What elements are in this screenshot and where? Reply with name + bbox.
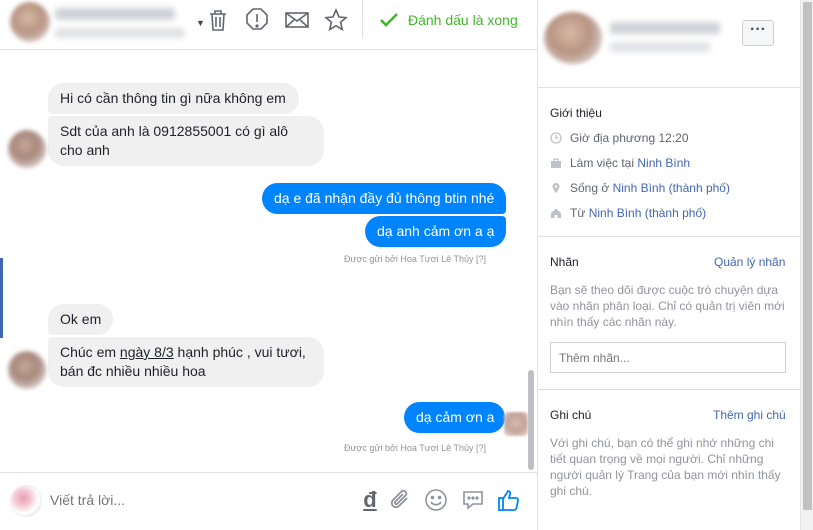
message-bubble[interactable]: Chúc em ngày 8/3 hạnh phúc , vui tươi, b… (48, 337, 324, 387)
seen-avatar (504, 412, 528, 436)
home-icon (551, 208, 561, 218)
message-bubble[interactable]: dạ anh cảm ơn a ạ (365, 216, 506, 247)
reply-composer: đ (0, 472, 537, 530)
message-text: hạnh phúc , vui tươi, (173, 344, 306, 360)
sent-by-help-link[interactable]: [?] (476, 254, 486, 264)
add-note-link[interactable]: Thêm ghi chú (713, 408, 786, 422)
thread-scrollbar[interactable] (528, 370, 534, 470)
mark-as-done-button[interactable]: Đánh dấu là xong (378, 8, 518, 32)
dong-symbol: đ (363, 487, 377, 512)
local-time-text: Giờ địa phương 12:20 (570, 131, 689, 145)
message-text: Chúc em (60, 344, 120, 360)
message-text: bán đc nhiều nhiều hoa (60, 363, 206, 379)
message-bubble[interactable]: Sdt của anh là 0912855001 có gì alô cho … (48, 116, 324, 166)
profile-avatar[interactable] (544, 12, 602, 64)
message-bubble[interactable]: dạ e đã nhận đầy đủ thông btin nhé (262, 183, 506, 214)
page-avatar (10, 485, 42, 517)
conversation-header: ▼ Đánh dấu là xong (0, 0, 537, 50)
message-text: dạ e đã nhận đầy đủ thông btin nhé (274, 190, 495, 206)
envelope-icon[interactable] (284, 7, 310, 33)
section-divider (538, 236, 800, 237)
add-label-input[interactable] (550, 342, 786, 373)
sender-avatar[interactable] (8, 351, 46, 389)
contact-subtitle (55, 28, 185, 38)
trash-icon[interactable] (205, 7, 231, 33)
alert-icon[interactable] (244, 7, 270, 33)
check-icon (380, 13, 398, 27)
thread-accent-bar (0, 258, 3, 338)
lives-prefix: Sống ở (570, 181, 613, 195)
attachment-icon[interactable] (388, 487, 414, 513)
labels-description: Bạn sẽ theo dõi được cuộc trò chuyện dựa… (550, 283, 785, 329)
lives-place-link[interactable]: Ninh Bình (thành phố) (613, 181, 730, 195)
date-link[interactable]: ngày 8/3 (120, 344, 174, 360)
clock-icon (550, 132, 562, 144)
message-thread[interactable]: Hi có cần thông tin gì nữa không em Sdt … (0, 50, 537, 472)
message-text: Hi có cần thông tin gì nữa không em (60, 90, 286, 106)
message-text: dạ cảm ơn a (416, 409, 495, 425)
message-text: Sdt của anh là 0912855001 có gì alô (60, 123, 289, 139)
conversation-pane: ▼ Đánh dấu là xong Hi có cần thông tin g… (0, 0, 537, 530)
lives-row: Sống ở Ninh Bình (thành phố) (550, 181, 730, 195)
work-place-link[interactable]: Ninh Bình (637, 156, 690, 170)
sent-by-help-link[interactable]: [?] (476, 443, 486, 453)
sent-by-label: Được gửi bởi Hoa Tươi Lê Thủy (344, 443, 474, 453)
work-row: Làm việc tại Ninh Bình (550, 156, 690, 170)
message-text: dạ anh cảm ơn a ạ (377, 223, 495, 239)
notes-title: Ghi chú (550, 408, 592, 422)
location-pin-icon (552, 183, 560, 193)
from-row: Từ Ninh Bình (thành phố) (550, 206, 706, 220)
notes-description: Với ghi chú, bạn có thể ghi nhớ những ch… (550, 436, 781, 498)
sender-avatar[interactable] (8, 130, 46, 168)
briefcase-icon (551, 158, 561, 168)
labels-title: Nhãn (550, 255, 579, 269)
local-time-row: Giờ địa phương 12:20 (550, 131, 689, 145)
emoji-icon[interactable] (423, 487, 449, 513)
chevron-down-icon[interactable]: ▼ (196, 18, 205, 28)
mark-as-done-label: Đánh dấu là xong (408, 12, 518, 28)
work-prefix: Làm việc tại (570, 156, 638, 170)
profile-panel: ··· Giới thiệu Giờ địa phương 12:20 Làm … (537, 0, 800, 530)
profile-name[interactable] (610, 22, 720, 34)
sent-by-label: Được gửi bởi Hoa Tươi Lê Thủy (344, 254, 474, 264)
dong-icon[interactable]: đ (357, 487, 383, 513)
more-icon: ··· (750, 21, 766, 38)
from-place-link[interactable]: Ninh Bình (thành phố) (589, 206, 706, 220)
message-bubble[interactable]: Hi có cần thông tin gì nữa không em (48, 83, 299, 114)
reply-input[interactable] (50, 488, 300, 512)
profile-header: ··· (538, 0, 800, 88)
message-text: Ok em (60, 311, 102, 327)
more-options-button[interactable]: ··· (742, 20, 774, 46)
toolbar-divider (362, 0, 363, 38)
manage-labels-link[interactable]: Quản lý nhãn (714, 255, 785, 269)
sent-by-note: Được gửi bởi Hoa Tươi Lê Thủy [?] (344, 443, 486, 453)
profile-subtitle (610, 42, 710, 52)
from-prefix: Từ (570, 206, 589, 220)
saved-replies-icon[interactable] (460, 487, 486, 513)
panel-scrollbar-thumb[interactable] (803, 2, 812, 510)
section-divider (538, 389, 800, 390)
intro-title: Giới thiệu (550, 106, 602, 120)
message-bubble[interactable]: dạ cảm ơn a (404, 402, 505, 433)
star-icon[interactable] (323, 7, 349, 33)
sent-by-note: Được gửi bởi Hoa Tươi Lê Thủy [?] (344, 254, 486, 264)
contact-avatar[interactable] (10, 2, 50, 42)
contact-name[interactable] (55, 8, 175, 20)
like-icon[interactable] (496, 487, 522, 513)
panel-scrollbar[interactable] (800, 0, 813, 530)
message-text: cho anh (60, 142, 110, 158)
message-bubble[interactable]: Ok em (48, 304, 113, 335)
